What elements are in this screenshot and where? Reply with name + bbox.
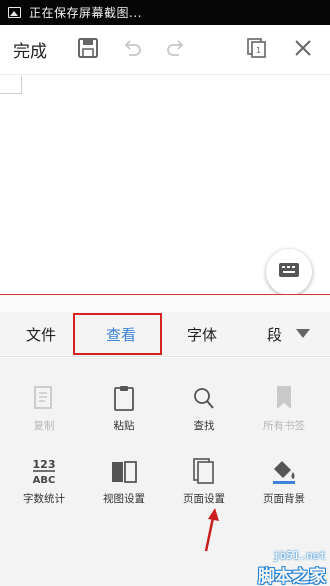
done-button[interactable]: 完成: [13, 37, 47, 62]
menu-tabs: 文件 查看 字体 段: [0, 312, 330, 357]
page-setup-button[interactable]: 页面设置: [164, 455, 244, 506]
view-settings-button[interactable]: 视图设置: [84, 455, 164, 506]
watermark-url: jb51.net: [273, 549, 326, 562]
view-settings-label: 视图设置: [103, 493, 145, 505]
panel-gap: [0, 295, 330, 312]
copy-button[interactable]: 复制: [4, 382, 84, 433]
tab-font[interactable]: 字体: [187, 324, 217, 345]
keyboard-icon: [278, 262, 300, 282]
annotation-arrow-icon: [204, 508, 219, 552]
find-button[interactable]: 查找: [164, 382, 244, 433]
bookmark-icon: [244, 382, 324, 412]
save-icon[interactable]: [77, 37, 101, 61]
status-bar: 正在保存屏幕截图...: [0, 0, 330, 25]
open-book-icon: [84, 455, 164, 485]
top-toolbar: 完成 1: [0, 25, 330, 75]
copy-label: 复制: [33, 420, 55, 432]
word-count-button[interactable]: 123 ABC 字数统计: [4, 455, 84, 506]
pages-icon[interactable]: 1: [246, 37, 270, 61]
page-background-button[interactable]: 页面背景: [244, 455, 324, 506]
tab-paragraph[interactable]: 段: [267, 324, 282, 345]
image-icon: [8, 7, 21, 18]
tabs-more-arrow-icon[interactable]: [296, 329, 310, 338]
tab-highlight-box: [73, 313, 162, 355]
svg-text:ABC: ABC: [33, 475, 56, 485]
word-count-icon: 123 ABC: [4, 455, 84, 485]
paint-bucket-icon: [244, 455, 324, 485]
svg-text:123: 123: [33, 458, 56, 471]
watermark-name: 脚本之家: [258, 567, 326, 586]
clipboard-icon: [84, 382, 164, 412]
close-icon[interactable]: [292, 37, 316, 61]
status-text: 正在保存屏幕截图...: [29, 6, 142, 20]
page-setup-icon: [164, 455, 244, 485]
copy-icon: [4, 382, 84, 412]
word-count-label: 字数统计: [23, 493, 65, 505]
keyboard-button[interactable]: [266, 249, 312, 295]
watermark: jb51.net 脚本之家: [230, 545, 330, 586]
search-icon: [164, 382, 244, 412]
page-setup-label: 页面设置: [183, 493, 225, 505]
undo-icon[interactable]: [121, 37, 145, 61]
tab-file[interactable]: 文件: [26, 324, 56, 345]
paste-button[interactable]: 粘贴: [84, 382, 164, 433]
document-canvas[interactable]: [0, 76, 330, 295]
page-corner: [0, 76, 22, 94]
find-label: 查找: [193, 420, 215, 432]
all-bookmarks-button[interactable]: 所有书签: [244, 382, 324, 433]
all-bookmarks-label: 所有书签: [263, 420, 305, 432]
paste-label: 粘贴: [113, 420, 135, 432]
page-background-label: 页面背景: [263, 493, 305, 505]
redo-icon[interactable]: [165, 37, 189, 61]
svg-text:1: 1: [256, 46, 261, 55]
